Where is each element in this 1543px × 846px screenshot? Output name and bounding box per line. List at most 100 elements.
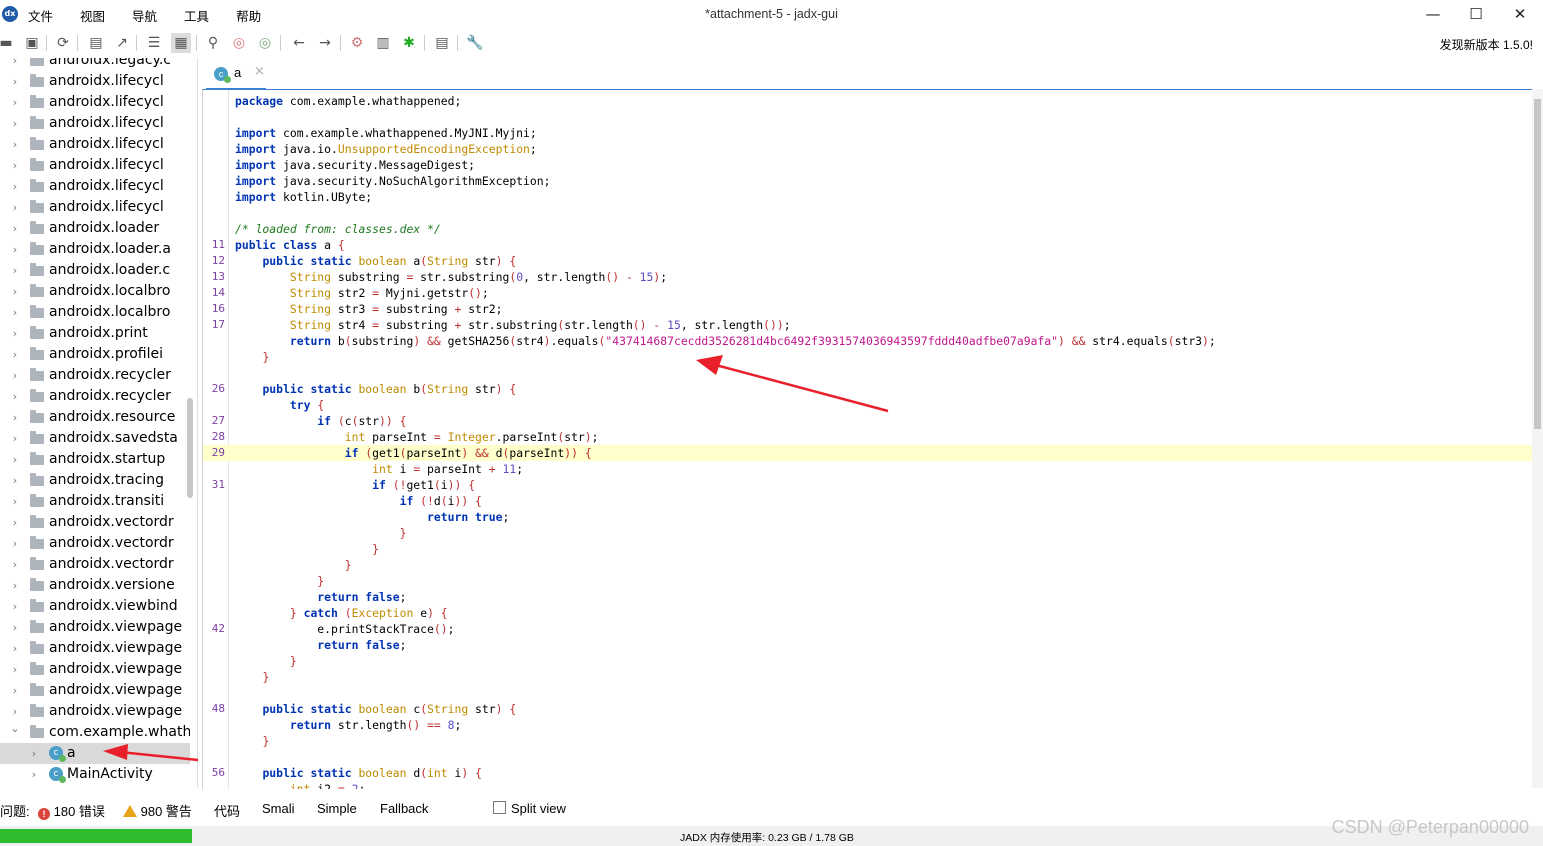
scrollbar-thumb[interactable] xyxy=(1534,99,1541,429)
debugger-icon[interactable]: ✱ xyxy=(399,33,419,53)
tree-package-item[interactable]: › androidx.loader.c xyxy=(0,260,190,281)
chevron-right-icon[interactable]: › xyxy=(10,596,20,617)
chevron-right-icon[interactable]: › xyxy=(10,428,20,449)
tab-a[interactable]: c a × xyxy=(212,62,272,86)
code-line[interactable]: 11 public class a { xyxy=(203,237,1533,253)
chevron-right-icon[interactable]: › xyxy=(10,113,20,134)
chevron-right-icon[interactable]: › xyxy=(10,281,20,302)
code-line[interactable]: } xyxy=(203,557,1533,573)
code-line[interactable]: } xyxy=(203,669,1533,685)
chevron-right-icon[interactable]: › xyxy=(10,659,20,680)
tree-package-item[interactable]: › androidx.lifecycl xyxy=(0,197,190,218)
tree-package-item[interactable]: › androidx.lifecycl xyxy=(0,92,190,113)
chevron-right-icon[interactable]: › xyxy=(10,512,20,533)
tree-package-item[interactable]: › androidx.profilei xyxy=(0,344,190,365)
tree-package-item[interactable]: › androidx.vectordr xyxy=(0,554,190,575)
code-line[interactable] xyxy=(203,365,1533,381)
chevron-right-icon[interactable]: › xyxy=(10,470,20,491)
chevron-right-icon[interactable]: › xyxy=(10,638,20,659)
save-icon[interactable]: ▤ xyxy=(86,33,106,53)
errors-indicator[interactable]: ! 180 错误 xyxy=(38,801,105,820)
log-viewer-icon[interactable]: ▤ xyxy=(432,33,452,53)
tree-package-item[interactable]: › androidx.localbro xyxy=(0,281,190,302)
code-line[interactable]: return true; xyxy=(203,509,1533,525)
chevron-right-icon[interactable]: › xyxy=(10,260,20,281)
code-line[interactable]: 12 public static boolean a(String str) { xyxy=(203,253,1533,269)
code-line[interactable]: 42 e.printStackTrace(); xyxy=(203,621,1533,637)
tree-package-item[interactable]: › androidx.viewpage xyxy=(0,617,190,638)
menu-help[interactable]: 帮助 xyxy=(236,6,261,25)
tree-package-item[interactable]: › androidx.viewpage xyxy=(0,659,190,680)
tree-package-item[interactable]: › androidx.lifecycl xyxy=(0,71,190,92)
tree-package-item[interactable]: › androidx.lifecycl xyxy=(0,113,190,134)
maximize-button[interactable]: ☐ xyxy=(1458,2,1494,26)
find-usage-icon[interactable]: ◎ xyxy=(255,33,275,53)
find-class-icon[interactable]: ◎ xyxy=(229,33,249,53)
project-tree[interactable]: › androidx.legacy.c › androidx.lifecycl › and… xyxy=(0,58,198,788)
code-line[interactable]: int i = parseInt + 11; xyxy=(203,461,1533,477)
code-editor[interactable]: package com.example.whathappened; import … xyxy=(202,89,1533,789)
chevron-right-icon[interactable]: › xyxy=(10,344,20,365)
chevron-right-icon[interactable]: › xyxy=(10,302,20,323)
add-files-icon[interactable]: ▣ xyxy=(22,33,42,53)
tree-package-item[interactable]: › androidx.lifecycl xyxy=(0,176,190,197)
menu-tools[interactable]: 工具 xyxy=(184,6,209,25)
tree-class-item[interactable]: › c MainActivity xyxy=(0,764,190,785)
menu-navigation[interactable]: 导航 xyxy=(132,6,157,25)
code-line[interactable]: import java.security.NoSuchAlgorithmExce… xyxy=(203,173,1533,189)
code-line[interactable]: 28 int parseInt = Integer.parseInt(str); xyxy=(203,429,1533,445)
code-line[interactable]: } xyxy=(203,349,1533,365)
quark-icon[interactable]: ▥ xyxy=(373,33,393,53)
code-line[interactable]: import java.io.UnsupportedEncodingExcept… xyxy=(203,141,1533,157)
code-line[interactable]: return str.length() == 8; xyxy=(203,717,1533,733)
tree-package-item[interactable]: › androidx.loader xyxy=(0,218,190,239)
close-button[interactable]: ✕ xyxy=(1502,2,1538,26)
chevron-right-icon[interactable]: › xyxy=(10,554,20,575)
minimize-button[interactable]: — xyxy=(1415,2,1451,26)
menu-view[interactable]: 视图 xyxy=(80,6,105,25)
tab-close-icon[interactable]: × xyxy=(254,64,265,79)
code-line[interactable]: /* loaded from: classes.dex */ xyxy=(203,221,1533,237)
mode-smali-tab[interactable]: Smali xyxy=(262,801,295,816)
code-line[interactable]: package com.example.whathappened; xyxy=(203,93,1533,109)
tree-class-item[interactable]: › c a xyxy=(0,743,190,764)
search-icon[interactable]: ⚲ xyxy=(203,33,223,53)
chevron-right-icon[interactable]: › xyxy=(10,365,20,386)
sync-tree-icon[interactable]: ☰ xyxy=(144,33,164,53)
tree-package-item[interactable]: › androidx.viewpage xyxy=(0,680,190,701)
code-line[interactable]: } xyxy=(203,573,1533,589)
tree-package-item[interactable]: › androidx.resource xyxy=(0,407,190,428)
code-line[interactable] xyxy=(203,109,1533,125)
code-line[interactable]: import com.example.whathappened.MyJNI.My… xyxy=(203,125,1533,141)
code-line[interactable]: import java.security.MessageDigest; xyxy=(203,157,1533,173)
reload-icon[interactable]: ⟳ xyxy=(53,33,73,53)
code-line[interactable]: 13 String substring = str.substring(0, s… xyxy=(203,269,1533,285)
tree-package-item[interactable]: › androidx.viewbind xyxy=(0,596,190,617)
tree-package-expanded[interactable]: ⌄ com.example.whath xyxy=(0,722,190,743)
mode-simple-tab[interactable]: Simple xyxy=(317,801,357,816)
chevron-right-icon[interactable]: › xyxy=(10,58,20,71)
code-line[interactable]: try { xyxy=(203,397,1533,413)
tree-package-item[interactable]: › androidx.tracing xyxy=(0,470,190,491)
chevron-right-icon[interactable]: › xyxy=(10,533,20,554)
chevron-right-icon[interactable]: › xyxy=(10,239,20,260)
editor-scrollbar[interactable] xyxy=(1532,89,1543,788)
chevron-down-icon[interactable]: ⌄ xyxy=(10,722,20,739)
chevron-right-icon[interactable]: › xyxy=(10,197,20,218)
tree-package-item[interactable]: › androidx.startup xyxy=(0,449,190,470)
tree-package-item[interactable]: › androidx.localbro xyxy=(0,302,190,323)
split-view-checkbox[interactable]: Split view xyxy=(493,801,566,816)
code-line[interactable]: 48 public static boolean c(String str) { xyxy=(203,701,1533,717)
back-icon[interactable]: ← xyxy=(289,33,309,53)
code-line[interactable]: } xyxy=(203,525,1533,541)
new-version-link[interactable]: 发现新版本 1.5.0! xyxy=(1440,36,1533,53)
deobfuscation-icon[interactable]: ⚙ xyxy=(347,33,367,53)
code-line[interactable]: 16 String str3 = substring + str2; xyxy=(203,301,1533,317)
tree-package-item[interactable]: › androidx.recycler xyxy=(0,365,190,386)
export-icon[interactable]: ↗ xyxy=(112,33,132,53)
code-line[interactable]: 56 public static boolean d(int i) { xyxy=(203,765,1533,781)
chevron-right-icon[interactable]: › xyxy=(10,449,20,470)
tree-package-item[interactable]: › androidx.print xyxy=(0,323,190,344)
code-line[interactable]: 26 public static boolean b(String str) { xyxy=(203,381,1533,397)
chevron-right-icon[interactable]: › xyxy=(10,491,20,512)
